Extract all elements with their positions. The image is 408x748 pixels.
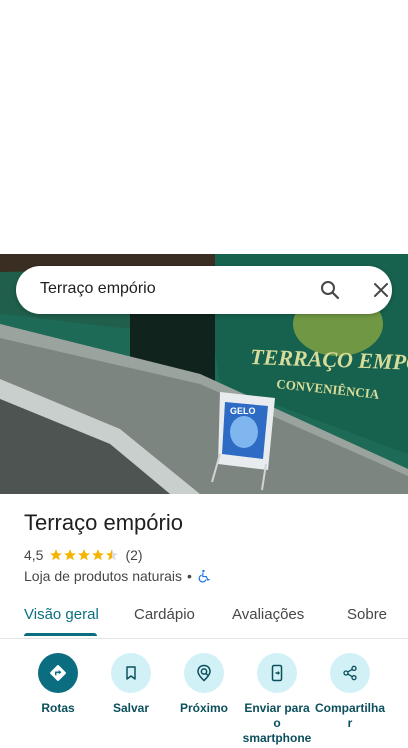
share-label-line2: r bbox=[347, 716, 353, 730]
nearby-label: Próximo bbox=[179, 701, 228, 715]
review-count[interactable]: (2) bbox=[125, 547, 142, 563]
separator-dot: • bbox=[187, 568, 192, 584]
send-to-phone-icon bbox=[271, 664, 283, 682]
tab-about[interactable]: Sobre bbox=[347, 606, 387, 623]
save-button[interactable]: Salvar bbox=[95, 653, 167, 716]
nearby-button[interactable]: Próximo bbox=[168, 653, 240, 716]
star-full-icon bbox=[78, 549, 91, 561]
search-bar[interactable]: Terraço empório bbox=[16, 266, 392, 314]
active-tab-indicator bbox=[24, 633, 97, 636]
share-label: Compartilha r bbox=[312, 701, 388, 731]
nearby-icon bbox=[197, 664, 211, 682]
send-to-phone-label-line2: o bbox=[273, 716, 281, 730]
wheelchair-accessible-icon bbox=[198, 569, 210, 583]
rating-value: 4,5 bbox=[24, 547, 44, 563]
send-to-phone-label: Enviar para o smartphone bbox=[240, 701, 314, 746]
bookmark-icon bbox=[126, 666, 136, 680]
share-icon bbox=[343, 665, 357, 681]
star-rating bbox=[49, 548, 119, 562]
share-button[interactable]: Compartilha r bbox=[312, 653, 388, 731]
tab-overview[interactable]: Visão geral bbox=[24, 606, 99, 623]
star-full-icon bbox=[50, 549, 63, 561]
tab-menu[interactable]: Cardápio bbox=[134, 606, 195, 623]
tab-reviews[interactable]: Avaliações bbox=[232, 606, 304, 623]
star-full-icon bbox=[64, 549, 77, 561]
share-label-line1: Compartilha bbox=[314, 701, 385, 715]
star-full-icon bbox=[92, 549, 105, 561]
save-label: Salvar bbox=[112, 701, 150, 715]
category-row: Loja de produtos naturais • bbox=[24, 567, 211, 585]
send-to-phone-button[interactable]: Enviar para o smartphone bbox=[240, 653, 314, 746]
send-to-phone-label-line3: smartphone bbox=[242, 731, 312, 745]
tab-bar: Visão geral Cardápio Avaliações Sobre bbox=[0, 596, 408, 639]
directions-button[interactable]: Rotas bbox=[22, 653, 94, 716]
search-icon[interactable] bbox=[318, 278, 342, 302]
sign-board-text: GELO bbox=[230, 406, 256, 416]
directions-label: Rotas bbox=[41, 701, 75, 715]
place-category: Loja de produtos naturais bbox=[24, 568, 182, 584]
directions-icon bbox=[50, 665, 66, 681]
send-to-phone-label-line1: Enviar para bbox=[244, 701, 310, 715]
star-half-icon bbox=[106, 549, 119, 561]
close-icon[interactable] bbox=[369, 278, 393, 302]
place-title: Terraço empório bbox=[24, 510, 183, 535]
rating-row[interactable]: 4,5 (2) bbox=[24, 546, 143, 564]
map-blank-area bbox=[0, 0, 408, 254]
search-input[interactable]: Terraço empório bbox=[40, 280, 156, 298]
